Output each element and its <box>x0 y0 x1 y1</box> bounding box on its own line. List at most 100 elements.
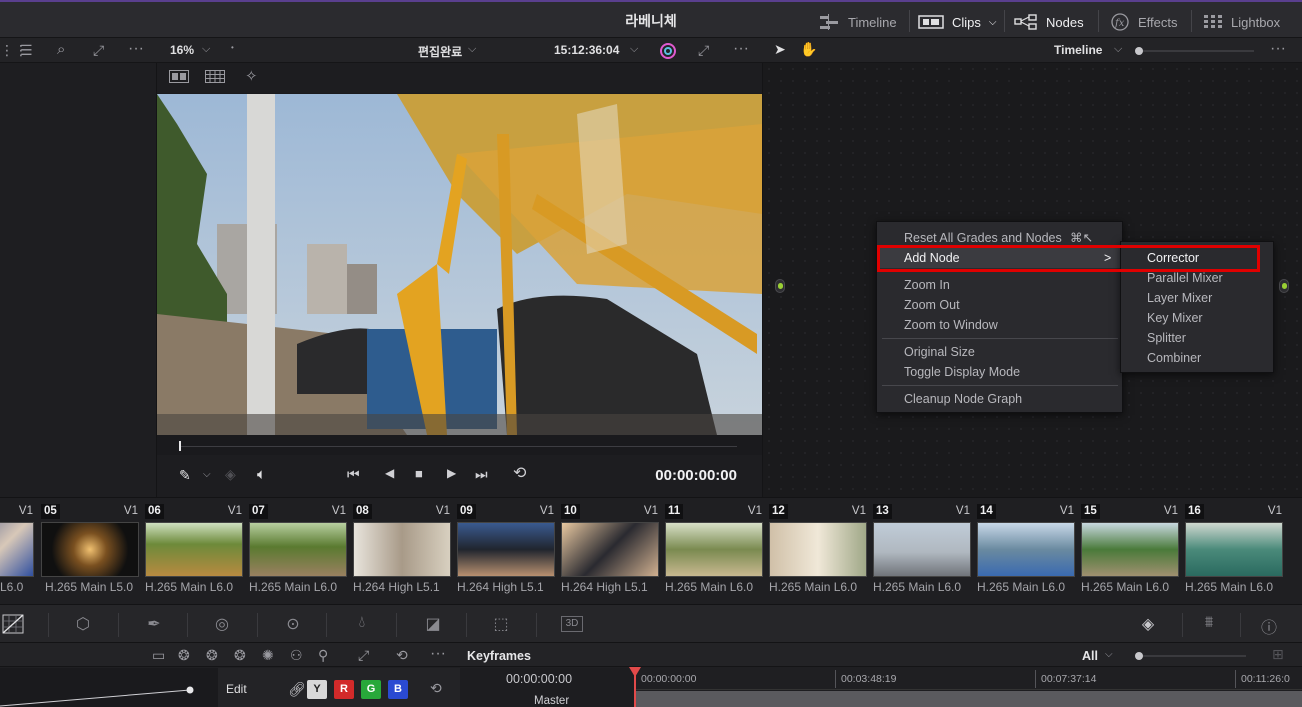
sizing-icon[interactable]: ⬚ <box>490 614 512 634</box>
hand-icon[interactable]: ✋ <box>800 42 817 56</box>
link-icon[interactable]: 🔗︎ <box>288 682 306 696</box>
play-icon[interactable]: ▶ <box>447 467 456 479</box>
nodes-nav-button[interactable]: Nodes <box>1014 12 1084 32</box>
reset-icon[interactable]: ⟲ <box>396 648 408 662</box>
viewer-scrubber[interactable] <box>157 436 762 454</box>
master-track-bar[interactable] <box>635 691 1302 707</box>
channel-g-button[interactable]: G <box>361 680 381 699</box>
more-options-icon[interactable]: ··· <box>733 41 749 57</box>
menu-item-zoom-in[interactable]: Zoom In <box>878 275 1121 295</box>
sat-vs-lum-icon[interactable]: ⚲ <box>318 648 328 662</box>
skip-to-start-icon[interactable]: ⏮︎ <box>347 467 360 481</box>
channel-r-button[interactable]: R <box>334 680 354 699</box>
scopes-icon[interactable]: ⩩ <box>1198 614 1220 634</box>
keyframes-zoom-slider[interactable] <box>1135 652 1246 660</box>
hue-vs-sat-icon[interactable]: ❂ <box>206 648 218 662</box>
source-input-node[interactable] <box>775 279 785 293</box>
pointer-icon[interactable]: ➤ <box>774 42 786 56</box>
submenu-item-layer-mixer[interactable]: Layer Mixer <box>1122 288 1272 308</box>
clip-item[interactable]: 14 V1 H.265 Main L6.0 <box>977 502 1077 598</box>
playhead-marker[interactable] <box>629 667 641 677</box>
node-mode-select[interactable]: Timeline <box>1054 43 1102 57</box>
zoom-slider-handle[interactable] <box>1135 47 1143 55</box>
output-node[interactable] <box>1279 279 1289 293</box>
clip-item[interactable]: V1 L6.0 <box>0 502 36 598</box>
more-options-icon[interactable]: ··· <box>430 646 446 662</box>
magic-wand-icon[interactable]: ✧ <box>245 69 258 84</box>
fullscreen-icon[interactable]: ⤢ <box>93 43 104 57</box>
add-track-icon[interactable]: ⊞ <box>1272 647 1284 661</box>
zoom-slider-handle[interactable] <box>1135 652 1143 660</box>
hue-vs-hue-icon[interactable]: ❂ <box>178 648 190 662</box>
menu-item-reset-all-grades[interactable]: Reset All Grades and Nodes ⌘↖ <box>878 228 1121 248</box>
channel-b-button[interactable]: B <box>388 680 408 699</box>
menu-item-add-node[interactable]: Add Node > <box>878 248 1121 268</box>
clip-item[interactable]: 09 V1 H.264 High L5.1 <box>457 502 557 598</box>
stop-icon[interactable]: ■ <box>415 467 423 480</box>
hue-vs-lum-icon[interactable]: ❂ <box>234 648 246 662</box>
color-warper-icon[interactable]: ⬡ <box>72 614 94 634</box>
clip-item[interactable]: 06 V1 H.265 Main L6.0 <box>145 502 245 598</box>
color-wheel-icon[interactable] <box>658 42 678 60</box>
submenu-item-corrector[interactable]: Corrector <box>1122 248 1272 268</box>
chevron-down-icon[interactable]: ⌵ <box>630 44 638 55</box>
menu-item-original-size[interactable]: Original Size <box>878 342 1121 362</box>
fullscreen-icon[interactable]: ⤢ <box>698 43 709 57</box>
loop-icon[interactable]: ⟲ <box>513 466 526 482</box>
submenu-item-parallel-mixer[interactable]: Parallel Mixer <box>1122 268 1272 288</box>
play-reverse-icon[interactable]: ◀ <box>385 467 394 479</box>
chevron-down-icon[interactable]: ⌵ <box>1114 44 1122 55</box>
more-options-icon[interactable]: ··· <box>128 41 144 57</box>
lum-vs-sat-icon[interactable]: ✺ <box>262 648 274 662</box>
scrubber-handle[interactable] <box>179 441 181 451</box>
key-icon[interactable]: ◪ <box>422 614 444 634</box>
tracker-icon[interactable]: ⊙ <box>282 614 304 634</box>
clip-item[interactable]: 12 V1 H.265 Main L6.0 <box>769 502 869 598</box>
grid-display-icon[interactable] <box>205 70 225 83</box>
submenu-item-combiner[interactable]: Combiner <box>1122 348 1272 368</box>
skip-to-end-icon[interactable]: ⏭︎ <box>475 467 488 481</box>
chevron-down-icon[interactable]: ⌵ <box>1105 650 1113 660</box>
source-timecode[interactable]: 15:12:36:04 <box>554 43 619 57</box>
volume-icon[interactable]: 🔈︎ <box>257 467 266 482</box>
clip-item[interactable]: 08 V1 H.264 High L5.1 <box>353 502 453 598</box>
effects-nav-button[interactable]: fx Effects <box>1110 12 1178 32</box>
channel-y-button[interactable]: Y <box>307 680 327 699</box>
blur-icon[interactable]: 💧︎ <box>351 614 373 634</box>
curves-icon[interactable] <box>2 614 24 634</box>
chevron-down-icon[interactable]: ⌵ <box>202 44 210 55</box>
clip-item[interactable]: 10 V1 H.264 High L5.1 <box>561 502 661 598</box>
menu-item-toggle-display-mode[interactable]: Toggle Display Mode <box>878 362 1121 382</box>
chevron-down-icon[interactable]: ⌵ <box>468 44 476 55</box>
curve-custom-icon[interactable]: ▭ <box>152 648 165 662</box>
power-window-icon[interactable]: ◎ <box>211 614 233 634</box>
clips-nav-button[interactable]: Clips ⌵ <box>918 12 997 32</box>
more-options-icon[interactable]: ··· <box>1270 41 1286 57</box>
submenu-item-key-mixer[interactable]: Key Mixer <box>1122 308 1272 328</box>
keyframes-filter-select[interactable]: All <box>1082 649 1098 663</box>
reset-icon[interactable]: ⟲ <box>430 681 442 695</box>
clip-item[interactable]: 13 V1 H.265 Main L6.0 <box>873 502 973 598</box>
fullscreen-icon[interactable]: ⤢ <box>358 648 369 662</box>
info-icon[interactable]: ⓘ <box>1258 614 1280 637</box>
keyframes-icon[interactable]: ◈ <box>1137 614 1159 634</box>
keyframes-ruler[interactable]: 00:00:00:00 00:03:48:19 00:07:37:14 00:1… <box>635 668 1302 690</box>
zoom-level[interactable]: 16% <box>170 43 194 57</box>
clip-item[interactable]: 15 V1 H.265 Main L6.0 <box>1081 502 1181 598</box>
clip-item[interactable]: 07 V1 H.265 Main L6.0 <box>249 502 349 598</box>
split-screen-icon[interactable] <box>169 70 189 83</box>
chevron-down-icon[interactable]: ⌵ <box>203 470 211 480</box>
list-view-icon[interactable]: ☰ <box>20 43 33 57</box>
timeline-nav-button[interactable]: Timeline <box>818 12 897 32</box>
lightbox-nav-button[interactable]: Lightbox <box>1203 12 1280 32</box>
layers-icon[interactable]: ◈ <box>225 467 236 481</box>
zoom-slider[interactable] <box>1135 47 1254 55</box>
search-icon[interactable]: ⌕ <box>57 42 65 57</box>
eyedropper-icon[interactable]: ✎ <box>179 468 191 482</box>
menu-item-zoom-to-window[interactable]: Zoom to Window <box>878 315 1121 335</box>
menu-item-zoom-out[interactable]: Zoom Out <box>878 295 1121 315</box>
submenu-item-splitter[interactable]: Splitter <box>1122 328 1272 348</box>
menu-item-cleanup-node-graph[interactable]: Cleanup Node Graph <box>878 389 1121 409</box>
clip-item[interactable]: 16 V1 H.265 Main L6.0 <box>1185 502 1285 598</box>
clip-item[interactable]: 11 V1 H.265 Main L6.0 <box>665 502 765 598</box>
